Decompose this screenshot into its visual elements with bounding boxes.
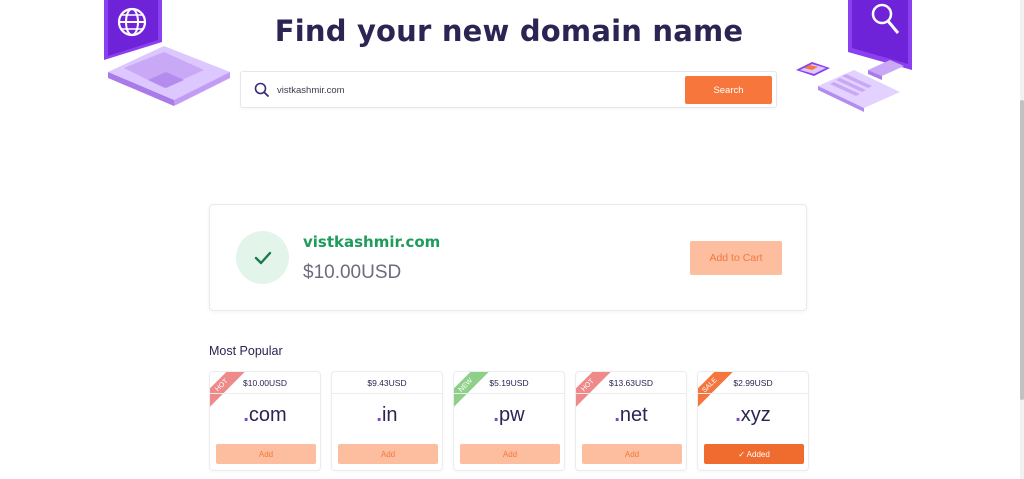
- available-status-badge: [236, 231, 289, 284]
- checkmark-icon: [254, 251, 272, 265]
- tld-price: $9.43USD: [332, 372, 442, 394]
- search-button[interactable]: Search: [685, 76, 772, 104]
- check-icon: ✓: [738, 449, 747, 459]
- search-bar: Search: [240, 71, 777, 108]
- search-icon: [254, 82, 270, 98]
- tld-card-in: $9.43USD .in Add: [331, 371, 443, 471]
- tld-price: $2.99USD: [698, 372, 808, 394]
- result-domain-name: vistkashmir.com: [303, 233, 441, 251]
- tld-price: $13.63USD: [576, 372, 686, 394]
- tld-card-xyz: SALE $2.99USD .xyz ✓ Added: [697, 371, 809, 471]
- tld-name: .pw: [493, 404, 525, 426]
- tld-card-net: HOT $13.63USD .net Add: [575, 371, 687, 471]
- result-price: $10.00USD: [303, 262, 402, 283]
- add-tld-button[interactable]: Add: [460, 444, 560, 464]
- tld-name: .com: [243, 404, 287, 426]
- tld-card-pw: NEW $5.19USD .pw Add: [453, 371, 565, 471]
- tld-price: $5.19USD: [454, 372, 564, 394]
- popular-tld-grid: HOT $10.00USD .com Add $9.43USD .in Add …: [209, 371, 809, 471]
- page-scrollbar[interactable]: [1020, 0, 1024, 479]
- tld-name: .xyz: [735, 404, 771, 426]
- page-title: Find your new domain name: [274, 14, 744, 48]
- tld-name: .net: [614, 404, 648, 426]
- add-to-cart-button[interactable]: Add to Cart: [690, 241, 782, 275]
- domain-search-input[interactable]: [277, 80, 697, 100]
- add-tld-button[interactable]: Add: [216, 444, 316, 464]
- added-tld-button[interactable]: ✓ Added: [704, 444, 804, 464]
- tld-name: .in: [376, 404, 398, 426]
- add-tld-button[interactable]: Add: [338, 444, 438, 464]
- tld-card-com: HOT $10.00USD .com Add: [209, 371, 321, 471]
- section-title-most-popular: Most Popular: [209, 344, 283, 358]
- domain-result-card: vistkashmir.com $10.00USD Add to Cart: [209, 204, 807, 311]
- tld-price: $10.00USD: [210, 372, 320, 394]
- add-tld-button[interactable]: Add: [582, 444, 682, 464]
- scrollbar-thumb[interactable]: [1020, 100, 1024, 400]
